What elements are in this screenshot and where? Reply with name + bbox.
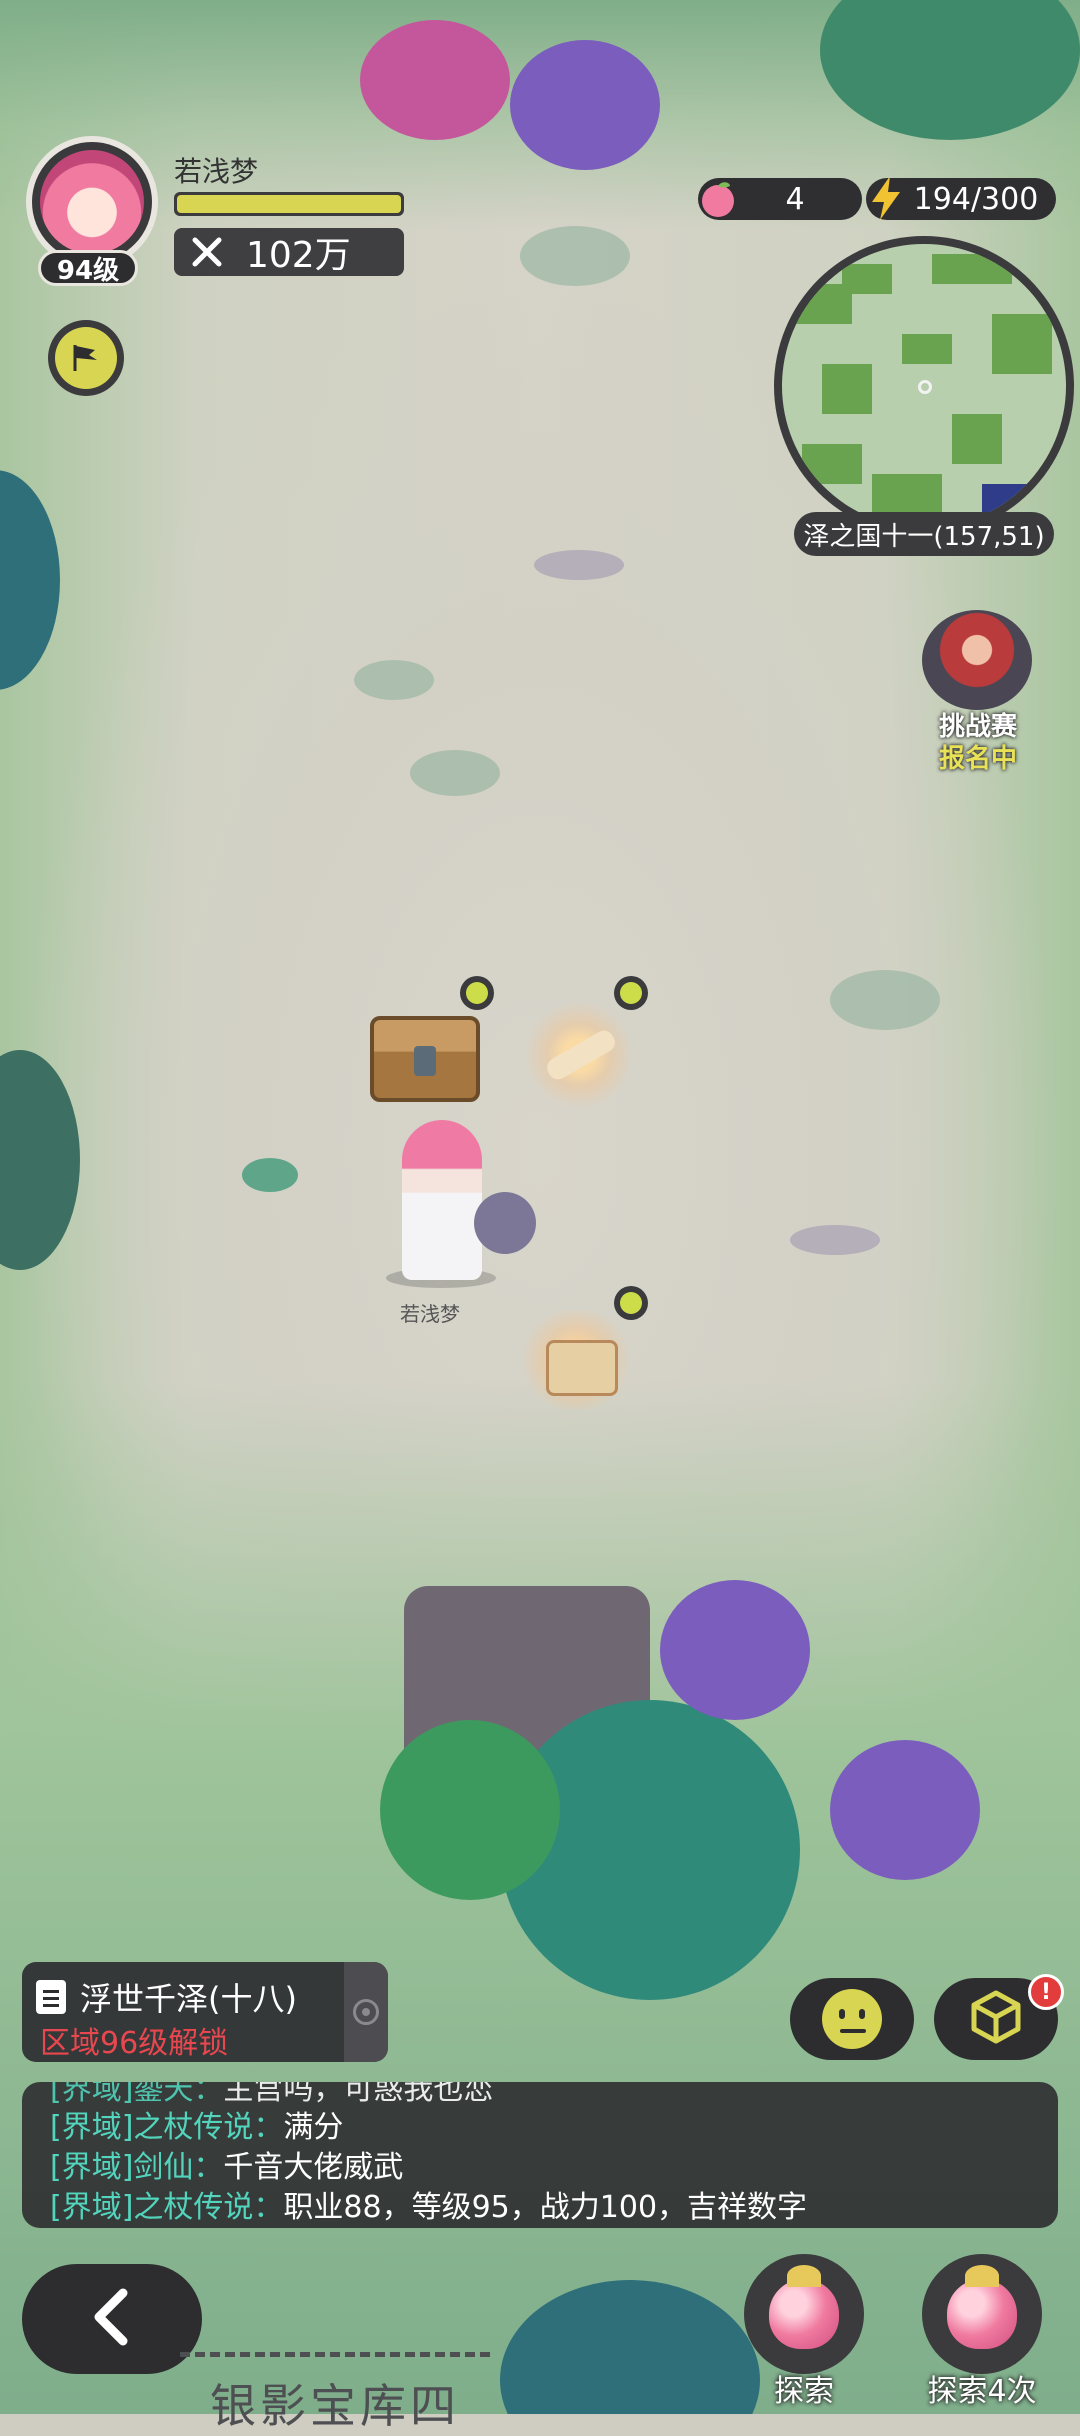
- alert-badge: !: [1028, 1974, 1064, 2010]
- hp-bar-fill: [177, 195, 401, 213]
- grass-patch: [520, 226, 630, 286]
- mushroom-tree: [360, 20, 510, 140]
- timer-icon: [614, 976, 648, 1010]
- quest-lock-text: 区域96级解锁: [40, 2026, 229, 2061]
- minimap-forest: [872, 474, 942, 514]
- hp-bar: [174, 192, 404, 216]
- combat-power-value: 102万: [246, 235, 351, 276]
- emoji-button[interactable]: [790, 1978, 914, 2060]
- explore-4x-button[interactable]: 探索4次: [912, 2254, 1052, 2414]
- explore-4x-label: 探索4次: [927, 2374, 1037, 2409]
- chat-message: [界域]剑仙：千音大佬威武: [50, 2142, 403, 2186]
- minimap-terrain: [782, 244, 1066, 528]
- chest-lock-icon: [414, 1046, 436, 1076]
- quest-tracker[interactable]: 浮世千泽(十八) 区域96级解锁: [22, 1962, 388, 2062]
- apple-counter[interactable]: 4: [698, 178, 862, 220]
- chat-text: 职业88，等级95，战力100，吉祥数字: [283, 2190, 808, 2225]
- chat-channel: [界域]之杖传说：: [50, 2110, 284, 2145]
- chevron-left-icon: [87, 2287, 137, 2351]
- purple-crystal-plant: [660, 1580, 810, 1720]
- explore-button[interactable]: 探索: [734, 2254, 874, 2414]
- stone-patch: [790, 1225, 880, 1255]
- energy-max: /300: [970, 181, 1039, 217]
- explore-orb: [922, 2254, 1042, 2374]
- minimap-player-marker: [918, 380, 932, 394]
- chat-text: 满分: [283, 2110, 344, 2145]
- scroll-item[interactable]: [524, 1000, 634, 1110]
- energy-current: 194: [913, 181, 971, 217]
- minimap-forest: [992, 314, 1052, 374]
- chat-message: [界域]之杖传说：满分: [50, 2102, 343, 2146]
- minimap-forest: [902, 334, 952, 364]
- grass-patch: [354, 660, 434, 700]
- relic-item[interactable]: [516, 1310, 636, 1410]
- minimap-forest: [802, 444, 862, 484]
- flag-button[interactable]: [48, 320, 124, 396]
- scroll-icon: [543, 1026, 619, 1084]
- explore-orb: [744, 2254, 864, 2374]
- crossed-swords-icon: [188, 233, 226, 271]
- map-location-label: 泽之国十一(157,51): [794, 512, 1054, 556]
- level-badge: 94级: [38, 250, 138, 286]
- back-button[interactable]: [22, 2264, 202, 2374]
- stone-patch: [534, 550, 624, 580]
- peach-icon: [692, 172, 744, 224]
- player-name: 若浅梦: [174, 155, 259, 188]
- chat-channel: [界域]之杖传说：: [50, 2190, 284, 2225]
- minimap[interactable]: [774, 236, 1074, 536]
- clipboard-icon: [36, 1980, 66, 2014]
- bush: [242, 1158, 298, 1192]
- minimap-forest: [842, 264, 892, 294]
- purple-crystal-plant: [830, 1740, 980, 1880]
- chat-text: 千音大佬威武: [223, 2150, 404, 2185]
- chat-channel: [界域]剑仙：: [50, 2150, 224, 2185]
- energy-counter[interactable]: 194/300: [866, 176, 1056, 220]
- peach-icon: [769, 2265, 839, 2349]
- purple-crystal-plant: [510, 40, 660, 170]
- emoji-icon: [822, 1989, 882, 2049]
- player-character[interactable]: [386, 1120, 552, 1290]
- challenge-event[interactable]: 挑战赛 报名中: [908, 610, 1048, 774]
- player-avatar[interactable]: [26, 136, 158, 268]
- character-sprite: [402, 1120, 482, 1280]
- relic-icon: [546, 1340, 618, 1396]
- chat-panel[interactable]: [界域]鎏天：主宫吗，可惑我也恋 [界域]之杖传说：满分 [界域]剑仙：千音大佬…: [22, 2082, 1058, 2228]
- treasure-chest[interactable]: [370, 1016, 480, 1102]
- peach-icon: [947, 2265, 1017, 2349]
- chat-message: [界域]之杖传说：职业88，等级95，战力100，吉祥数字: [50, 2182, 807, 2226]
- pet-sprite: [474, 1192, 536, 1254]
- minimap-forest: [952, 414, 1002, 464]
- cube-icon: [966, 1987, 1026, 2051]
- minimap-forest: [822, 364, 872, 414]
- combat-power: 102万: [174, 228, 404, 276]
- character-name-label: 若浅梦: [400, 1302, 460, 1326]
- grass-patch: [410, 750, 500, 796]
- locate-button[interactable]: [344, 1962, 388, 2062]
- lightning-icon: [860, 172, 912, 224]
- avatar-portrait: [40, 150, 144, 254]
- vault-title: 银影宝库四: [210, 2379, 460, 2433]
- challenge-status: 报名中: [938, 744, 1017, 774]
- target-icon: [353, 1999, 379, 2025]
- grass-patch: [830, 970, 940, 1030]
- quest-title: 浮世千泽(十八): [80, 1980, 297, 2018]
- timer-icon: [460, 976, 494, 1010]
- vault-divider: [180, 2352, 490, 2357]
- explore-label: 探索: [774, 2374, 834, 2409]
- challenge-character-icon: [922, 610, 1032, 710]
- forest-tree: [380, 1720, 560, 1900]
- quest-title-row: 浮世千泽(十八): [36, 1974, 297, 2020]
- timer-icon: [614, 1286, 648, 1320]
- minimap-forest: [932, 254, 1012, 284]
- flag-icon: [55, 327, 117, 389]
